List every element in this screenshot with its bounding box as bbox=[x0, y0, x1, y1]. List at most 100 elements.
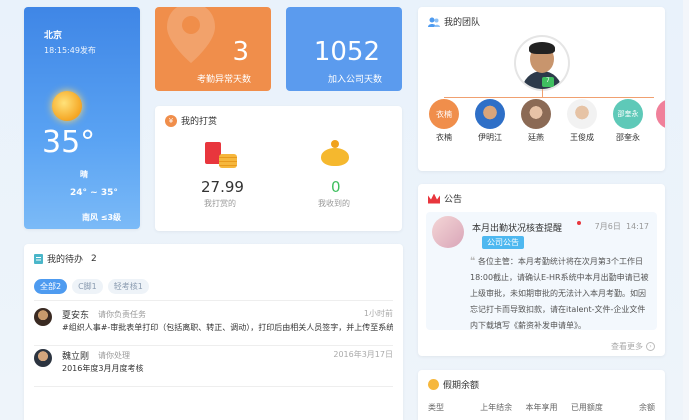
team-title: 我的团队 bbox=[428, 15, 480, 28]
days-joined-label: 加入公司天数 bbox=[327, 75, 382, 85]
todo-card: 我的待办 2 全部2 C脚1 轻考核1 夏安东 请你负责任务 1小时前 #组织人… bbox=[24, 244, 403, 420]
leave-table-header: 类型 上年结余 本年享用 已用额度 余额 bbox=[428, 402, 655, 413]
weather-card: 北京 18:15:49发布 35° 晴 24° ~ 35° 南风 ≤3级 bbox=[24, 7, 140, 229]
team-member[interactable]: 伊明江 bbox=[474, 99, 506, 143]
tips-given-value[interactable]: 27.99 bbox=[201, 178, 244, 196]
team-member[interactable]: 衣楠 衣楠 bbox=[428, 99, 460, 143]
page-scrollbar[interactable] bbox=[683, 0, 689, 420]
see-more-label: 查看更多 bbox=[611, 342, 643, 351]
todo-item-time: 1小时前 bbox=[363, 309, 393, 318]
tips-received-value[interactable]: 0 bbox=[331, 178, 341, 196]
column-header: 余额 bbox=[639, 403, 656, 412]
member-name: 衣楠 bbox=[436, 133, 452, 142]
member-name: 王俊成 bbox=[570, 133, 594, 142]
filter-light-review[interactable]: 轻考核1 bbox=[107, 279, 149, 294]
filter-c[interactable]: C脚1 bbox=[72, 279, 103, 294]
team-icon bbox=[428, 17, 440, 27]
weather-city: 北京 bbox=[44, 31, 63, 41]
notice-item-datetime: 7月6日 14:17 bbox=[595, 221, 649, 232]
todo-item-status: 请你负责任务 bbox=[98, 310, 146, 319]
todo-item-time: 2016年3月17日 bbox=[333, 350, 393, 359]
coin-icon bbox=[331, 140, 339, 148]
avatar-hair bbox=[529, 42, 555, 54]
avatar bbox=[521, 99, 551, 129]
todo-count: 2 bbox=[91, 253, 97, 264]
todo-item-name: 夏安东 bbox=[62, 311, 90, 321]
todo-item-status: 请你处理 bbox=[98, 351, 130, 360]
avatar bbox=[475, 99, 505, 129]
avatar bbox=[432, 216, 464, 248]
chevron-right-icon: › bbox=[646, 342, 655, 351]
member-name: 邵奎永 bbox=[616, 133, 640, 142]
notice-title: 公告 bbox=[428, 192, 462, 205]
days-joined-tile[interactable]: 1052 加入公司天数 bbox=[286, 7, 402, 91]
attendance-anomaly-tile[interactable]: 3 考勤异常天数 bbox=[155, 7, 271, 91]
weather-published-time: 18:15:49发布 bbox=[44, 46, 96, 55]
coin-icon bbox=[428, 379, 439, 390]
todo-title-text: 我的待办 bbox=[47, 255, 84, 265]
column-header: 类型 bbox=[428, 403, 444, 412]
weather-condition: 晴 bbox=[80, 170, 88, 179]
weather-temperature: 35° bbox=[42, 125, 96, 160]
org-line bbox=[542, 89, 543, 97]
clipboard-icon bbox=[34, 254, 43, 264]
avatar bbox=[34, 349, 52, 367]
todo-item-desc: 2016年度3月月度考核 bbox=[62, 364, 144, 373]
member-name: 廷燕 bbox=[528, 133, 544, 142]
notice-title-text: 公告 bbox=[444, 195, 463, 205]
divider bbox=[34, 300, 393, 301]
yen-icon: ¥ bbox=[165, 114, 177, 127]
unread-dot bbox=[577, 221, 581, 225]
leave-title-text: 假期余额 bbox=[443, 381, 480, 391]
team-lead-badge: 7 bbox=[542, 77, 554, 87]
team-member[interactable]: 邵奎永 邵奎永 bbox=[612, 99, 644, 143]
team-member-partial[interactable] bbox=[656, 99, 665, 129]
attendance-anomaly-count: 3 bbox=[232, 37, 249, 67]
crown-icon bbox=[428, 193, 440, 204]
attendance-anomaly-label: 考勤异常天数 bbox=[196, 75, 251, 85]
todo-item-name: 魏立刚 bbox=[62, 352, 90, 362]
tips-card: ¥ 我的打赏 27.99 我打赏的 0 我收到的 bbox=[155, 106, 402, 231]
todo-item[interactable]: 夏安东 请你负责任务 1小时前 #组织人事#-审批表单打印（包括离职、转正、调动… bbox=[34, 306, 393, 346]
team-member[interactable]: 王俊成 bbox=[566, 99, 598, 143]
notice-item-title[interactable]: 本月出勤状况核查提醒 bbox=[472, 221, 562, 234]
quote-icon: ❝ bbox=[470, 256, 476, 267]
team-card: 我的团队 7 衣楠 衣楠 伊明江 廷燕 王俊成 邵奎永 邵奎永 bbox=[418, 7, 665, 171]
team-title-text: 我的团队 bbox=[444, 18, 481, 28]
notice-item-time: 14:17 bbox=[625, 222, 649, 231]
avatar bbox=[567, 99, 597, 129]
filter-all[interactable]: 全部2 bbox=[34, 279, 68, 294]
column-header: 本年享用 bbox=[525, 403, 558, 412]
weather-wind: 南风 ≤3级 bbox=[82, 213, 122, 222]
notice-card: 公告 本月出勤状况核查提醒 7月6日 14:17 公司公告 ❝ 各位主管：本月考… bbox=[418, 184, 665, 356]
see-more-link[interactable]: 查看更多 › bbox=[611, 341, 655, 352]
org-line bbox=[444, 97, 654, 98]
tips-received-label: 我收到的 bbox=[318, 199, 350, 208]
tips-title-text: 我的打赏 bbox=[181, 117, 218, 127]
notice-item[interactable]: 本月出勤状况核查提醒 7月6日 14:17 公司公告 ❝ 各位主管：本月考勤统计… bbox=[426, 212, 657, 330]
leave-balance-card: 假期余额 类型 上年结余 本年享用 已用额度 余额 bbox=[418, 370, 665, 420]
avatar bbox=[656, 99, 665, 129]
leave-title: 假期余额 bbox=[428, 378, 479, 391]
tips-title: ¥ 我的打赏 bbox=[165, 114, 217, 127]
avatar: 衣楠 bbox=[429, 99, 459, 129]
column-header: 已用额度 bbox=[570, 403, 603, 412]
todo-item-desc: #组织人事#-审批表单打印（包括离职、转正、调动），打印后由相关人员签字，并上传… bbox=[62, 323, 393, 332]
notice-item-body: ❝ 各位主管：本月考勤统计将在次月第3个工作日18:00截止，请确认E-HR系统… bbox=[470, 254, 652, 334]
todo-title: 我的待办 2 bbox=[34, 252, 97, 265]
notice-category-badge: 公司公告 bbox=[482, 236, 524, 249]
notice-item-body-text: 各位主管：本月考勤统计将在次月第3个工作日18:00截止，请确认E-HR系统中本… bbox=[470, 257, 649, 330]
column-header: 上年结余 bbox=[480, 403, 513, 412]
todo-item[interactable]: 魏立刚 请你处理 2016年3月17日 2016年度3月月度考核 bbox=[34, 347, 393, 387]
location-pin-icon bbox=[167, 7, 215, 63]
days-joined-count: 1052 bbox=[313, 37, 380, 67]
tips-given-label: 我打赏的 bbox=[204, 199, 236, 208]
weather-range: 24° ~ 35° bbox=[70, 188, 118, 198]
avatar bbox=[34, 308, 52, 326]
member-name: 伊明江 bbox=[478, 133, 502, 142]
piggy-bank-icon bbox=[321, 148, 349, 166]
coins-icon bbox=[219, 154, 237, 168]
todo-filters: 全部2 C脚1 轻考核1 bbox=[34, 279, 149, 294]
team-member[interactable]: 廷燕 bbox=[520, 99, 552, 143]
avatar: 邵奎永 bbox=[613, 99, 643, 129]
